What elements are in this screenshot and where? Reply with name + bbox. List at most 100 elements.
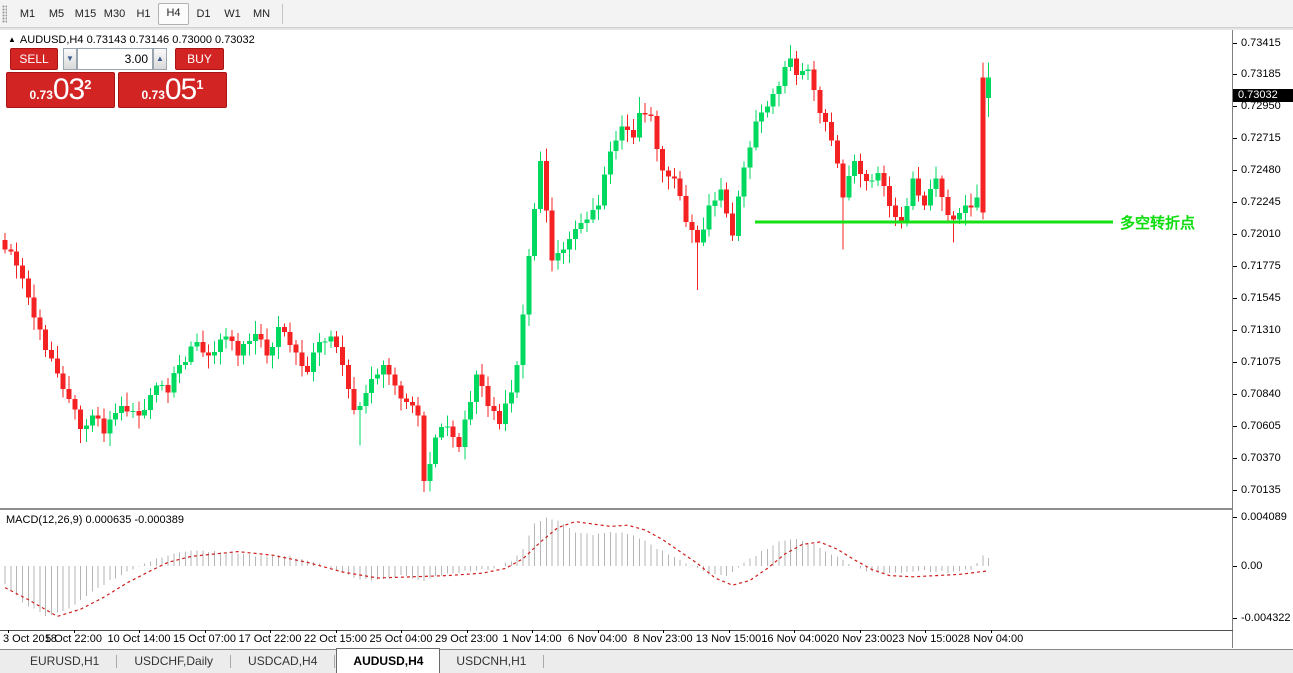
macd-splitter[interactable] [0,508,1233,510]
tab-separator [334,655,335,668]
price-axis-tick [1233,170,1237,171]
sell-button[interactable]: SELL [10,48,58,70]
time-axis-tick [8,630,9,633]
time-axis-label: 6 Nov 04:00 [568,633,627,645]
price-axis-label: 0.73415 [1241,37,1281,49]
collapse-arrow-icon[interactable]: ▲ [8,35,16,44]
price-axis-tick [1233,234,1237,235]
price-axis-label: 0.70840 [1241,388,1281,400]
price-axis-tick [1233,138,1237,139]
spinner-up-icon: ▲ [156,54,164,63]
volume-input[interactable] [77,48,153,70]
price-axis-border [1232,30,1233,648]
chart-tab-AUDUSD-H4[interactable]: AUDUSD,H4 [336,648,440,673]
time-axis-label: 28 Nov 04:00 [958,633,1023,645]
timeframe-button-H4[interactable]: H4 [158,3,189,25]
time-axis-tick [336,630,337,633]
time-axis-tick [925,630,926,633]
price-axis-tick [1233,298,1237,299]
buy-button[interactable]: BUY [175,48,224,70]
price-axis-label: 0.70135 [1241,484,1281,496]
toolbar-drag-handle-icon[interactable] [2,5,7,23]
time-axis-label: 15 Oct 07:00 [173,633,236,645]
price-axis-tick [1233,74,1237,75]
time-axis-label: 25 Oct 04:00 [370,633,433,645]
macd-axis-tick [1233,517,1237,518]
timeframe-button-D1[interactable]: D1 [189,4,218,24]
buy-price-big: 05 [165,73,196,107]
price-axis-tick [1233,202,1237,203]
chart-title: ▲ AUDUSD,H4 0.73143 0.73146 0.73000 0.730… [8,34,255,46]
macd-axis-label: 0.00 [1241,560,1262,572]
buy-price-sup: 1 [196,77,203,92]
timeframe-button-H1[interactable]: H1 [129,4,158,24]
timeframe-button-M15[interactable]: M15 [71,4,100,24]
time-axis-tick [532,630,533,633]
time-axis-label: 5 Oct 22:00 [45,633,102,645]
tab-separator [116,655,117,668]
price-axis-tick [1233,106,1237,107]
price-axis-label: 0.70605 [1241,420,1281,432]
chart-tab-USDCNH-H1[interactable]: USDCNH,H1 [440,650,542,673]
time-axis-tick [139,630,140,633]
time-axis-tick [663,630,664,633]
volume-decrease-button[interactable]: ▼ [63,48,77,70]
annotation-label[interactable]: 多空转折点 [1120,212,1195,233]
sell-price-sup: 2 [84,77,91,92]
timeframe-toolbar: M1M5M15M30H1H4D1W1MN [0,0,1293,28]
price-axis-label: 0.71075 [1241,356,1281,368]
time-axis-label: 22 Oct 15:00 [304,633,367,645]
macd-axis-tick [1233,618,1237,619]
price-axis-label: 0.71775 [1241,260,1281,272]
price-axis-tick [1233,490,1237,491]
buy-price-display[interactable]: 0.73 05 1 [118,72,227,108]
time-axis-tick [467,630,468,633]
price-axis-label: 0.72245 [1241,196,1281,208]
chart-ohlc-values: 0.73143 0.73146 0.73000 0.73032 [87,34,255,46]
price-axis-label: 0.71310 [1241,324,1281,336]
macd-indicator-canvas[interactable] [0,511,1232,630]
timeframe-button-M1[interactable]: M1 [13,4,42,24]
price-axis-label: 0.70370 [1241,452,1281,464]
price-axis-label: 0.72715 [1241,132,1281,144]
time-axis-tick [270,630,271,633]
price-axis-tick [1233,426,1237,427]
timeframe-button-M5[interactable]: M5 [42,4,71,24]
time-axis-label: 29 Oct 23:00 [435,633,498,645]
price-axis-tick [1233,362,1237,363]
sell-price-display[interactable]: 0.73 03 2 [6,72,115,108]
time-axis-label: 13 Nov 15:00 [696,633,761,645]
tab-separator [230,655,231,668]
one-click-trading-panel: SELL ▼ ▲ BUY 0.73 03 2 0.73 05 1 [6,48,228,108]
price-axis-tick [1233,266,1237,267]
chart-tab-bar: EURUSD,H1USDCHF,DailyUSDCAD,H4AUDUSD,H4U… [0,649,1293,673]
chart-tab-USDCAD-H4[interactable]: USDCAD,H4 [232,650,333,673]
price-axis-tick [1233,394,1237,395]
chart-tab-EURUSD-H1[interactable]: EURUSD,H1 [14,650,115,673]
time-axis-tick [860,630,861,633]
volume-increase-button[interactable]: ▲ [153,48,167,70]
time-axis-label: 1 Nov 14:00 [502,633,561,645]
timeframe-button-W1[interactable]: W1 [218,4,247,24]
time-axis-tick [794,630,795,633]
macd-axis-label: 0.004089 [1241,511,1287,523]
chart-symbol-label: AUDUSD,H4 [20,34,84,46]
price-axis-tick [1233,43,1237,44]
timeframe-button-M30[interactable]: M30 [100,4,129,24]
time-axis-label: 20 Nov 23:00 [827,633,892,645]
time-axis-label: 8 Nov 23:00 [633,633,692,645]
macd-indicator-label: MACD(12,26,9) 0.000635 -0.000389 [6,514,184,526]
time-axis-border [0,630,1233,631]
chart-tab-USDCHF-Daily[interactable]: USDCHF,Daily [118,650,229,673]
spinner-down-icon: ▼ [66,54,74,63]
time-axis-label: 10 Oct 14:00 [108,633,171,645]
time-axis-tick [205,630,206,633]
buy-price-prefix: 0.73 [142,88,165,102]
price-axis-label: 0.71545 [1241,292,1281,304]
time-axis-label: 17 Oct 22:00 [239,633,302,645]
price-axis-label: 0.72010 [1241,228,1281,240]
timeframe-button-MN[interactable]: MN [247,4,276,24]
time-axis-label: 23 Nov 15:00 [892,633,957,645]
sell-price-prefix: 0.73 [30,88,53,102]
time-axis-tick [991,630,992,633]
